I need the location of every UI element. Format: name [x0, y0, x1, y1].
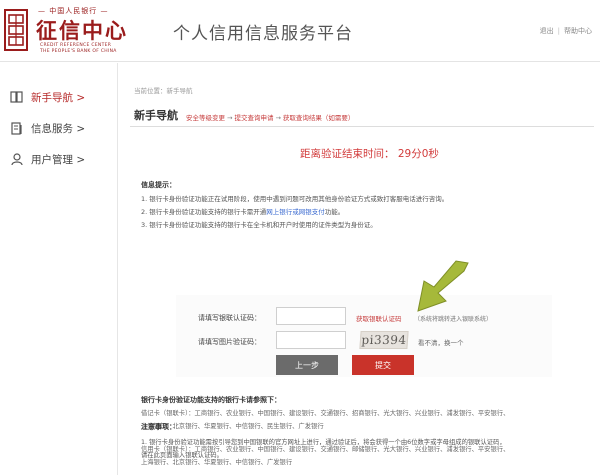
- sidebar-divider: [117, 63, 118, 475]
- sidebar-item-new-user-guide[interactable]: 新手导航 >: [10, 85, 110, 109]
- sidebar-item-user-management[interactable]: 用户管理 >: [10, 147, 110, 171]
- page: — 中国人民银行 — 征信中心 CREDIT REFERENCE CENTER …: [0, 0, 600, 475]
- note-line: 1. 银行卡身份验证功能需按引导您到中国银联的官方网址上进行，通过验证后，将会获…: [141, 439, 506, 446]
- sidebar-item-label: 用户管理 >: [31, 153, 86, 166]
- logo-english-line-2: THE PEOPLE'S BANK OF CHINA: [40, 49, 117, 54]
- book-icon: [10, 91, 23, 104]
- sidebar-item-label: 新手导航 >: [31, 91, 86, 104]
- logo-main-text: 征信中心: [36, 18, 128, 43]
- user-icon: [10, 152, 23, 166]
- document-icon: [10, 121, 23, 135]
- sidebar-item-label: 信息服务 >: [31, 122, 86, 135]
- note-line: 请在此页面输入银联认证码。: [141, 452, 223, 459]
- sidebar-item-info-service[interactable]: 信息服务 >: [10, 116, 110, 140]
- logo[interactable]: — 中国人民银行 — 征信中心 CREDIT REFERENCE CENTER …: [0, 2, 130, 58]
- notes-section: 注意事项： 1. 银行卡身份验证功能需按引导您到中国银联的官方网址上进行，通过验…: [124, 0, 600, 475]
- logo-english-line-1: CREDIT REFERENCE CENTER: [40, 43, 112, 48]
- notes-title: 注意事项：: [141, 423, 176, 431]
- sidebar: 新手导航 > 信息服务 > 用户管理 >: [0, 63, 118, 475]
- seal-icon: [4, 9, 28, 51]
